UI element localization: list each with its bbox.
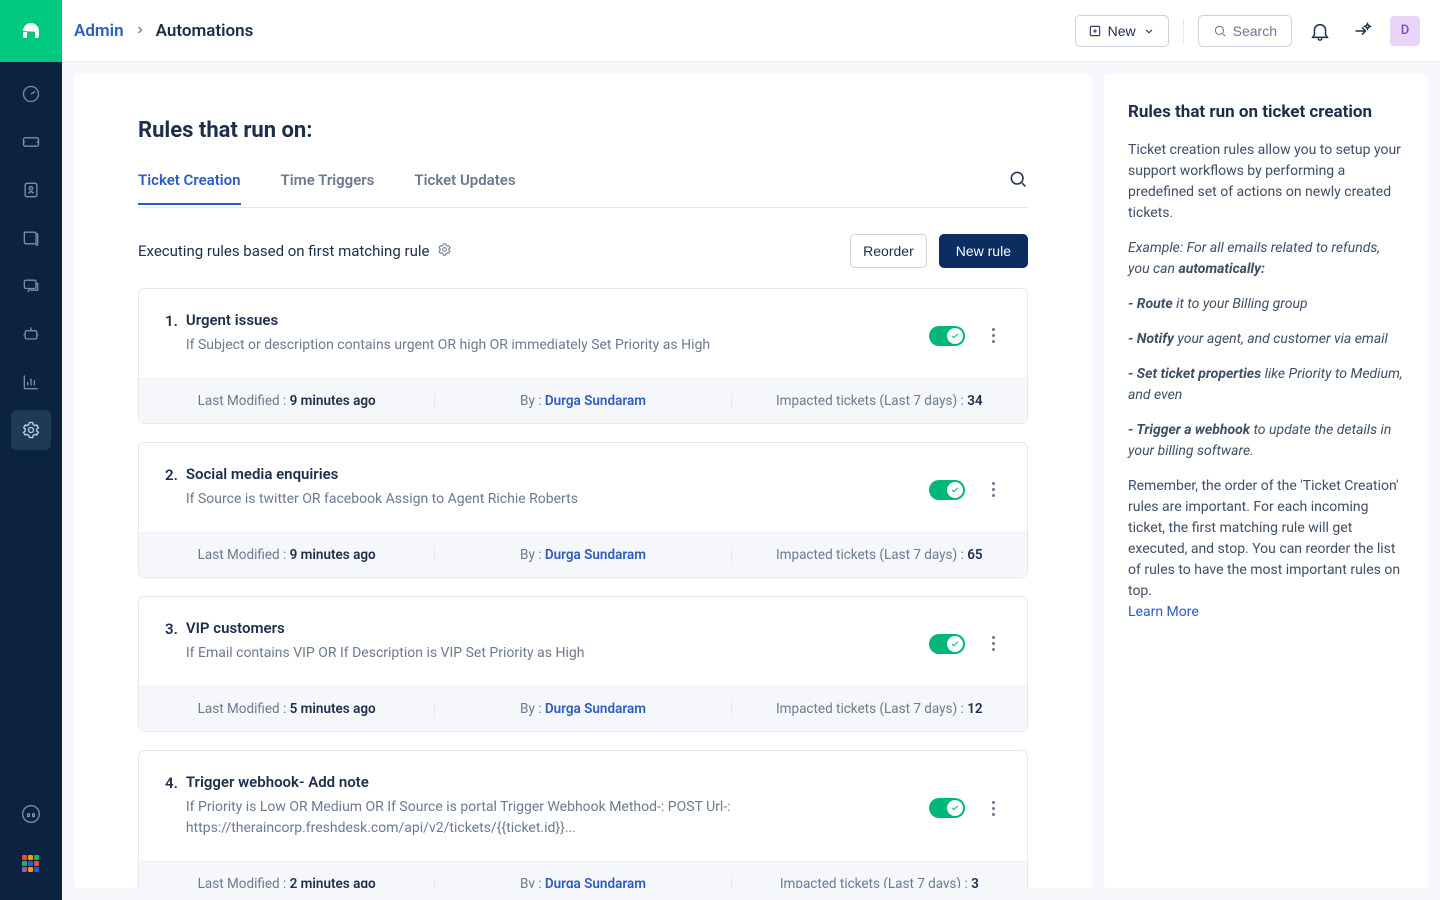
check-icon xyxy=(950,639,960,649)
nav-solutions[interactable] xyxy=(11,218,51,258)
notifications-button[interactable] xyxy=(1306,17,1334,45)
topbar: Admin Automations New Search xyxy=(62,0,1440,62)
plus-box-icon xyxy=(1088,24,1102,38)
rule-description: If Email contains VIP OR If Description … xyxy=(186,643,909,664)
help-bullet-1: - Route it to your Billing group xyxy=(1128,294,1404,315)
rules-search-button[interactable] xyxy=(1008,169,1028,207)
toggle-knob xyxy=(947,636,963,652)
check-icon xyxy=(950,485,960,495)
new-label: New xyxy=(1108,23,1136,39)
chevron-right-icon xyxy=(134,21,146,41)
rule-last-modified: Last Modified : 5 minutes ago xyxy=(139,701,435,717)
rule-toggle[interactable] xyxy=(929,798,965,818)
executing-settings-button[interactable] xyxy=(437,242,452,261)
rule-last-modified: Last Modified : 2 minutes ago xyxy=(139,876,435,888)
rule-impacted: Impacted tickets (Last 7 days) : 3 xyxy=(732,876,1027,888)
sparkle-arrow-icon xyxy=(1351,20,1373,42)
rule-number: 4. xyxy=(165,773,178,839)
avatar[interactable]: D xyxy=(1390,16,1420,46)
bell-icon xyxy=(1309,20,1331,42)
help-bullet-3: - Set ticket properties like Priority to… xyxy=(1128,364,1404,406)
rule-impacted: Impacted tickets (Last 7 days) : 34 xyxy=(732,393,1027,409)
help-panel: Rules that run on ticket creation Ticket… xyxy=(1104,74,1428,888)
executing-label: Executing rules based on first matching … xyxy=(138,242,429,260)
toggle-knob xyxy=(947,800,963,816)
rule-number: 3. xyxy=(165,619,178,664)
rule-title: Urgent issues xyxy=(186,311,909,329)
help-title: Rules that run on ticket creation xyxy=(1128,102,1404,122)
search-icon xyxy=(1008,169,1028,189)
rule-impacted: Impacted tickets (Last 7 days) : 65 xyxy=(732,547,1027,563)
nav-tickets[interactable] xyxy=(11,122,51,162)
nav-bots[interactable] xyxy=(11,314,51,354)
nav-contacts[interactable] xyxy=(11,170,51,210)
tabs: Ticket Creation Time Triggers Ticket Upd… xyxy=(138,169,1028,208)
new-button[interactable]: New xyxy=(1075,15,1169,47)
help-p2: Remember, the order of the 'Ticket Creat… xyxy=(1128,476,1404,623)
rule-menu-button[interactable] xyxy=(985,478,1001,501)
tab-ticket-updates[interactable]: Ticket Updates xyxy=(414,171,515,205)
toggle-knob xyxy=(947,482,963,498)
whats-new-button[interactable] xyxy=(1348,17,1376,45)
help-p1: Ticket creation rules allow you to setup… xyxy=(1128,140,1404,224)
new-rule-button[interactable]: New rule xyxy=(939,234,1028,268)
help-example: Example: For all emails related to refun… xyxy=(1128,238,1404,280)
rule-card[interactable]: 2. Social media enquiries If Source is t… xyxy=(138,442,1028,578)
nav-reports[interactable] xyxy=(11,362,51,402)
rule-menu-button[interactable] xyxy=(985,632,1001,655)
rule-title: Social media enquiries xyxy=(186,465,909,483)
check-icon xyxy=(950,331,960,341)
nav-admin[interactable] xyxy=(11,410,51,450)
help-bullet-4: - Trigger a webhook to update the detail… xyxy=(1128,420,1404,462)
rule-menu-button[interactable] xyxy=(985,324,1001,347)
check-icon xyxy=(950,803,960,813)
rule-menu-button[interactable] xyxy=(985,797,1001,820)
rule-last-modified: Last Modified : 9 minutes ago xyxy=(139,393,435,409)
page-title: Rules that run on: xyxy=(138,118,1028,143)
rule-card[interactable]: 4. Trigger webhook- Add note If Priority… xyxy=(138,750,1028,888)
rule-toggle[interactable] xyxy=(929,634,965,654)
rule-number: 2. xyxy=(165,465,178,510)
rule-by: By : Durga Sundaram xyxy=(435,547,731,563)
breadcrumb: Admin Automations xyxy=(74,21,253,41)
rule-card[interactable]: 3. VIP customers If Email contains VIP O… xyxy=(138,596,1028,732)
rule-impacted: Impacted tickets (Last 7 days) : 12 xyxy=(732,701,1027,717)
avatar-initial: D xyxy=(1401,23,1410,38)
rule-title: VIP customers xyxy=(186,619,909,637)
toggle-knob xyxy=(947,328,963,344)
help-bullet-2: - Notify your agent, and customer via em… xyxy=(1128,329,1404,350)
search-button[interactable]: Search xyxy=(1198,15,1292,47)
rule-by: By : Durga Sundaram xyxy=(435,393,731,409)
chevron-down-icon xyxy=(1142,24,1156,38)
nav-forums[interactable] xyxy=(11,266,51,306)
rule-title: Trigger webhook- Add note xyxy=(186,773,909,791)
rule-by: By : Durga Sundaram xyxy=(435,701,731,717)
rule-by: By : Durga Sundaram xyxy=(435,876,731,888)
rule-toggle[interactable] xyxy=(929,326,965,346)
rule-last-modified: Last Modified : 9 minutes ago xyxy=(139,547,435,563)
rule-description: If Source is twitter OR facebook Assign … xyxy=(186,489,909,510)
rule-card[interactable]: 1. Urgent issues If Subject or descripti… xyxy=(138,288,1028,424)
rule-toggle[interactable] xyxy=(929,480,965,500)
tab-ticket-creation[interactable]: Ticket Creation xyxy=(138,171,241,205)
search-label: Search xyxy=(1233,23,1277,39)
gear-icon xyxy=(437,242,452,257)
tab-time-triggers[interactable]: Time Triggers xyxy=(281,171,375,205)
apps-grid-icon xyxy=(22,855,40,873)
reorder-button[interactable]: Reorder xyxy=(850,234,927,268)
learn-more-link[interactable]: Learn More xyxy=(1128,604,1199,620)
breadcrumb-current: Automations xyxy=(156,21,254,41)
rule-number: 1. xyxy=(165,311,178,356)
nav-apps[interactable] xyxy=(11,844,51,884)
search-icon xyxy=(1213,24,1227,38)
left-nav xyxy=(0,0,62,900)
rule-description: If Priority is Low OR Medium OR If Sourc… xyxy=(186,797,909,839)
brand-logo[interactable] xyxy=(0,0,62,62)
nav-freshdesk-icon[interactable] xyxy=(11,794,51,834)
breadcrumb-admin-link[interactable]: Admin xyxy=(74,21,124,41)
nav-dashboard[interactable] xyxy=(11,74,51,114)
main-content: Rules that run on: Ticket Creation Time … xyxy=(74,74,1092,888)
rule-description: If Subject or description contains urgen… xyxy=(186,335,909,356)
separator xyxy=(1183,19,1184,43)
